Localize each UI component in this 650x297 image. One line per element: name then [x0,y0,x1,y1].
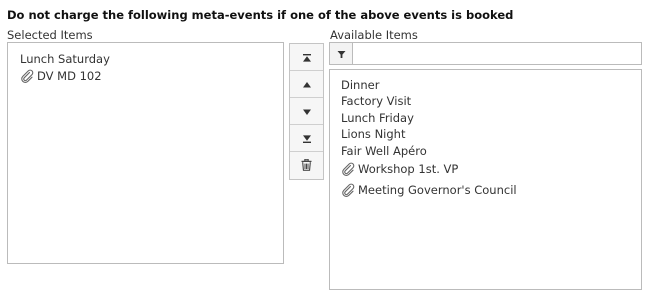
available-item-workshop-1st-vp[interactable]: Workshop 1st. VP [341,162,458,176]
selected-items-list[interactable]: Lunch Saturday DV MD 102 [7,42,284,264]
item-controls [289,43,324,180]
move-to-bottom-button[interactable] [290,125,323,152]
move-to-top-icon [302,48,312,67]
selected-items-label: Selected Items [7,28,93,42]
move-up-button[interactable] [290,71,323,98]
list-item-label: Fair Well Apéro [341,144,427,158]
list-item-label: Dinner [341,78,380,92]
paperclip-icon [341,162,355,176]
available-item-lions-night[interactable]: Lions Night [341,127,405,141]
available-item-dinner[interactable]: Dinner [341,78,379,92]
available-items-filter [329,42,642,65]
selected-item-dv-md-102[interactable]: DV MD 102 [20,69,102,83]
paperclip-icon [20,69,34,83]
section-heading: Do not charge the following meta-events … [7,8,514,22]
available-items-list[interactable]: Dinner Factory Visit Lunch Friday Lions … [329,69,642,290]
filter-icon [337,44,346,63]
paperclip-icon [341,183,355,197]
list-item-label: Meeting Governor's Council [358,183,517,197]
available-item-fair-well-apero[interactable]: Fair Well Apéro [341,144,427,158]
trash-icon [301,156,312,175]
available-items-label: Available Items [330,28,418,42]
available-item-lunch-friday[interactable]: Lunch Friday [341,111,414,125]
arrow-down-icon [302,102,312,121]
list-item-label: Factory Visit [341,94,412,108]
list-item-label: Lunch Friday [341,111,414,125]
filter-input[interactable] [353,43,641,64]
list-item-label: DV MD 102 [37,69,102,83]
remove-button[interactable] [290,152,323,179]
list-item-label: Workshop 1st. VP [358,162,459,176]
available-item-meeting-governors-council[interactable]: Meeting Governor's Council [341,183,517,197]
list-item-label: Lions Night [341,127,406,141]
arrow-up-icon [302,75,312,94]
filter-button[interactable] [330,43,353,64]
list-item-label: Lunch Saturday [20,52,110,66]
available-item-factory-visit[interactable]: Factory Visit [341,94,411,108]
move-to-bottom-icon [302,129,312,148]
selected-item-lunch-saturday[interactable]: Lunch Saturday [20,52,110,66]
move-to-top-button[interactable] [290,44,323,71]
move-down-button[interactable] [290,98,323,125]
